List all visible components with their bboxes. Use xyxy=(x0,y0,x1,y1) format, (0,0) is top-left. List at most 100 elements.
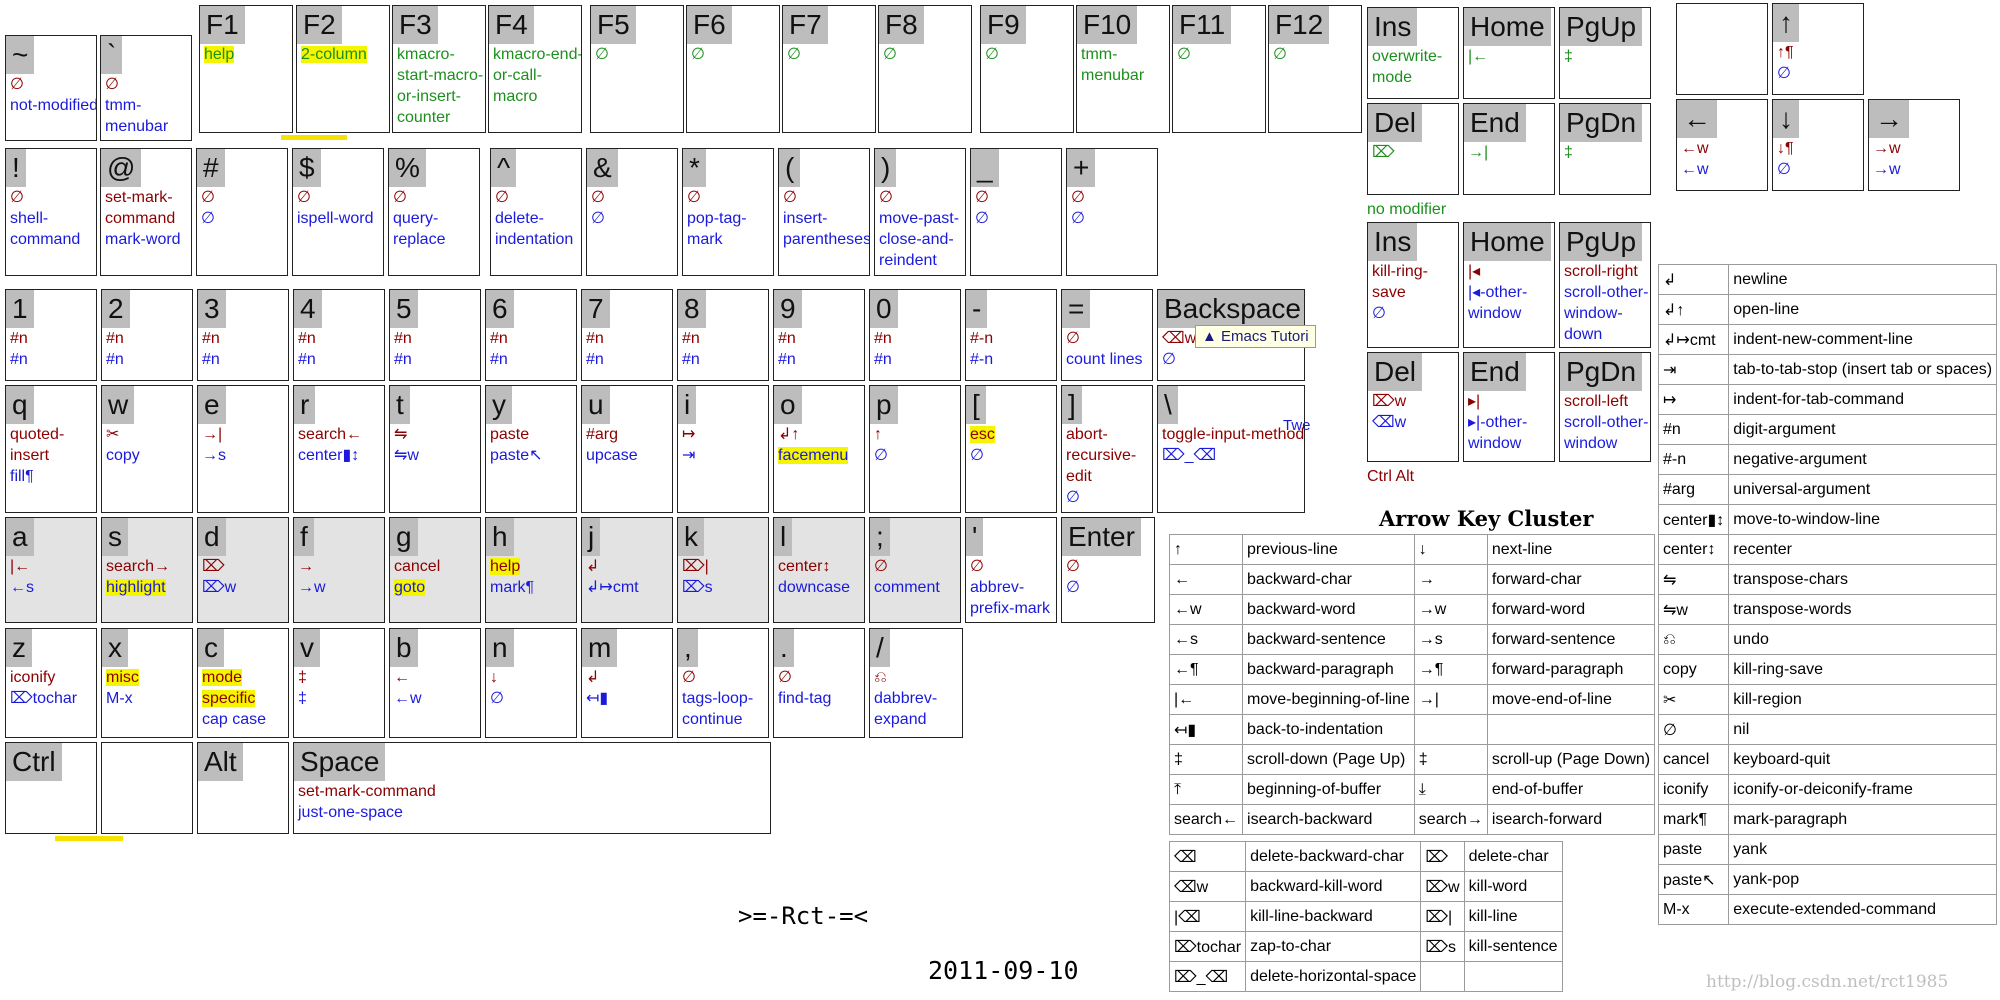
key-label: PgDn xyxy=(1560,104,1643,142)
command-cell: nil xyxy=(1728,714,1998,745)
key-binding: ∅ xyxy=(879,44,971,65)
key-label: Ins xyxy=(1368,8,1418,46)
key-label: 0 xyxy=(870,290,898,328)
binding-text: mode xyxy=(202,669,243,686)
key-binding: #n xyxy=(294,328,384,349)
key-label: x xyxy=(102,629,128,667)
key-k: k ⌦| ⌦s xyxy=(677,517,769,623)
key-binding: #n xyxy=(390,328,480,349)
symbol-cell: ←s xyxy=(1168,624,1244,655)
binding-text: tmm- xyxy=(105,97,142,114)
binding-text: ∅ xyxy=(495,189,509,206)
key-c: c mode specific cap case xyxy=(197,628,289,738)
key-binding: ∅ xyxy=(587,208,677,229)
emacs-tutorial-tooltip[interactable]: ▲ Emacs Tutori xyxy=(1195,325,1316,348)
key-binding: ∅ xyxy=(389,187,479,208)
key-binding: ↲↑ xyxy=(774,424,864,445)
symbol-cell: #arg xyxy=(1657,474,1730,505)
symbol-cell: search→ xyxy=(1413,804,1488,835)
key-binding: →w xyxy=(1869,159,1959,180)
key-0: 0 #n #n xyxy=(869,289,961,381)
binding-text: search← xyxy=(298,426,363,443)
symbol-cell: ‡ xyxy=(1168,744,1244,775)
binding-text: ←w xyxy=(394,690,422,707)
key-lbracket: [esc ∅ xyxy=(965,385,1057,513)
key-binding: command xyxy=(6,229,96,250)
key-label: / xyxy=(870,629,890,667)
key-rparen: ) ∅ move-past-close-and-reindent xyxy=(874,148,966,276)
twe-fragment: Twe xyxy=(1283,417,1311,434)
key-binding: ⇋ xyxy=(390,424,480,445)
binding-text: pop-tag- xyxy=(687,210,747,227)
key-binding: kill-ring- xyxy=(1368,261,1458,282)
key-binding: indentation xyxy=(491,229,581,250)
key-binding: ∅ xyxy=(1158,349,1304,370)
key-binding: window xyxy=(1464,433,1554,454)
key-binding: ←w xyxy=(1677,159,1767,180)
key-plus: + ∅ ∅ xyxy=(1066,148,1158,276)
key-binding: center↕ xyxy=(774,556,864,577)
key-label: & xyxy=(587,149,618,187)
command-cell: kill-line-backward xyxy=(1245,901,1422,932)
key-h: h help mark¶ xyxy=(485,517,577,623)
symbol-cell: ↲↑ xyxy=(1657,294,1730,325)
key-label: @ xyxy=(101,149,142,187)
symbol-cell: →w xyxy=(1413,594,1488,625)
key-binding: |◂-other- xyxy=(1464,282,1554,303)
table-row: ⌦tochar zap-to-char ⌦s kill-sentence xyxy=(1168,931,1563,962)
key-label: F2 xyxy=(297,6,342,44)
key-binding: help xyxy=(200,44,292,65)
arrow-key-table: ↑ previous-line ↓ next-line ← backward-char → f… xyxy=(1168,534,1656,835)
binding-text: ∅ xyxy=(682,669,696,686)
table-row: M-x execute-extended-command xyxy=(1657,894,1998,925)
arrow-down: ↓ ↓¶ ∅ xyxy=(1772,99,1864,191)
binding-text: ↤▮ xyxy=(586,690,609,707)
binding-text: #n xyxy=(874,330,892,347)
symbol-cell: →s xyxy=(1413,624,1488,655)
table-row: ↤▮ back-to-indentation xyxy=(1168,714,1656,745)
table-row: ↲↦cmt indent-new-comment-line xyxy=(1657,324,1998,355)
key-g: g cancel goto xyxy=(389,517,481,623)
key-label: F3 xyxy=(393,6,438,44)
binding-text: ∅ xyxy=(1372,305,1386,322)
nav-del-mod: Del ⌦w ⌫w xyxy=(1367,352,1459,462)
key-label: l xyxy=(774,518,793,556)
binding-text: →| xyxy=(1468,144,1489,161)
symbol-cell: M-x xyxy=(1657,894,1730,925)
binding-text: #n xyxy=(202,351,220,368)
binding-text: ∅ xyxy=(201,189,215,206)
key-binding: ↦ xyxy=(678,424,768,445)
key-binding: goto xyxy=(390,577,480,598)
key-p: p ↑ ∅ xyxy=(869,385,961,513)
key-binding: ↲ xyxy=(582,556,672,577)
key-3: 3 #n #n xyxy=(197,289,289,381)
symbol-cell: #-n xyxy=(1657,444,1730,475)
ctrl-alt-label: Ctrl Alt xyxy=(1367,468,1415,485)
key-binding: ∅ xyxy=(1067,208,1157,229)
binding-text: ∅ xyxy=(10,76,24,93)
key-label: ~ xyxy=(6,36,35,74)
symbol-cell: #n xyxy=(1657,414,1730,445)
binding-text: replace xyxy=(393,231,446,248)
key-binding: ∅ xyxy=(783,44,875,65)
binding-text: kmacro-end- xyxy=(493,46,582,63)
command-cell: end-of-buffer xyxy=(1486,774,1656,805)
key-s: s search→ highlight xyxy=(101,517,193,623)
key-label: k xyxy=(678,518,704,556)
symbol-cell: |← xyxy=(1168,684,1244,715)
key-label: j xyxy=(582,518,601,556)
key-binding: ∅ xyxy=(1062,328,1152,349)
key-label: ! xyxy=(6,149,26,187)
key-5: 5 #n #n xyxy=(389,289,481,381)
symbol-cell: ↤▮ xyxy=(1168,714,1244,745)
binding-text: menubar xyxy=(105,118,169,135)
key-binding: ↓ xyxy=(486,667,576,688)
binding-text: ∅ xyxy=(393,189,407,206)
binding-text: indentation xyxy=(495,231,574,248)
symbol-cell: |⌫ xyxy=(1168,901,1247,932)
key-label: 8 xyxy=(678,290,706,328)
key-label: PgDn xyxy=(1560,353,1643,391)
key-label: End xyxy=(1464,353,1526,391)
key-binding: iconify xyxy=(6,667,96,688)
key-label: g xyxy=(390,518,418,556)
